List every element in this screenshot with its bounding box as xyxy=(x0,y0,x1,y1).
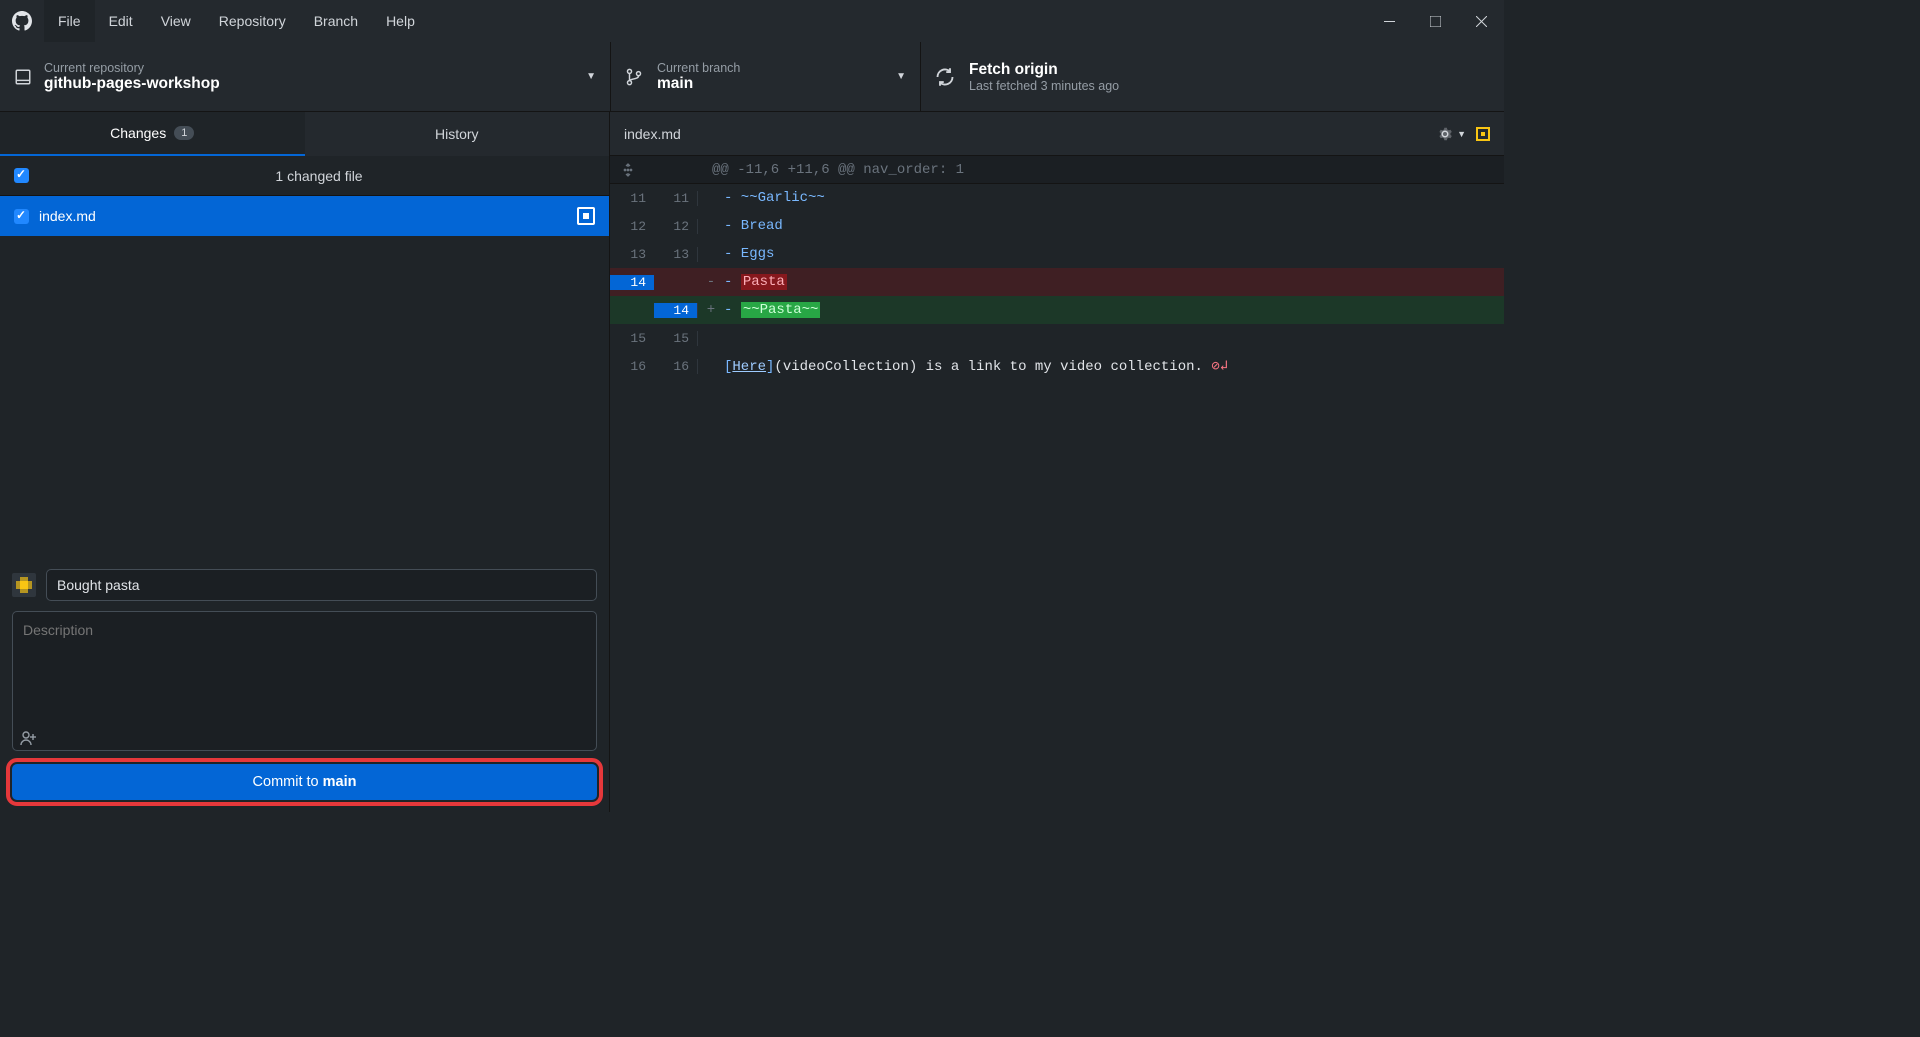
chevron-down-icon: ▼ xyxy=(896,71,906,82)
repo-label: Current repository xyxy=(44,61,220,75)
diff-body: @@ -11,6 +11,6 @@ nav_order: 1 1111- ~~G… xyxy=(610,156,1504,380)
repo-name: github-pages-workshop xyxy=(44,75,220,93)
diff-line: 1313- Eggs xyxy=(610,240,1504,268)
diff-panel: index.md ▼ @@ -11,6 +11,6 @@ nav_order: … xyxy=(610,112,1504,812)
add-coauthor-icon[interactable] xyxy=(20,730,38,746)
file-checkbox[interactable] xyxy=(14,209,29,224)
toolbar: Current repository github-pages-workshop… xyxy=(0,42,1504,112)
menu-repository[interactable]: Repository xyxy=(205,0,300,42)
window-controls xyxy=(1366,0,1504,42)
commit-button[interactable]: Commit to main xyxy=(12,764,597,800)
minimize-button[interactable] xyxy=(1366,0,1412,42)
commit-button-prefix: Commit to xyxy=(253,774,323,790)
branch-icon xyxy=(625,67,643,87)
fetch-origin-button[interactable]: Fetch origin Last fetched 3 minutes ago xyxy=(920,42,1504,111)
fetch-label: Fetch origin xyxy=(969,61,1119,79)
menu-view[interactable]: View xyxy=(147,0,205,42)
user-avatar xyxy=(12,573,36,597)
fetch-sub: Last fetched 3 minutes ago xyxy=(969,79,1119,93)
title-bar: File Edit View Repository Branch Help xyxy=(0,0,1504,42)
maximize-button[interactable] xyxy=(1412,0,1458,42)
diff-highlight-icon[interactable] xyxy=(1476,127,1490,141)
modified-icon xyxy=(577,207,595,225)
menu-file[interactable]: File xyxy=(44,0,95,42)
close-button[interactable] xyxy=(1458,0,1504,42)
changes-count-badge: 1 xyxy=(174,126,194,140)
diff-settings-button[interactable]: ▼ xyxy=(1437,126,1466,142)
menu-edit[interactable]: Edit xyxy=(95,0,147,42)
menu-help[interactable]: Help xyxy=(372,0,429,42)
current-branch-dropdown[interactable]: Current branch main ▼ xyxy=(610,42,920,111)
repo-icon xyxy=(14,67,32,87)
commit-button-branch: main xyxy=(323,774,357,790)
current-repository-dropdown[interactable]: Current repository github-pages-workshop… xyxy=(0,42,610,111)
menu-branch[interactable]: Branch xyxy=(300,0,372,42)
expand-icon[interactable] xyxy=(610,163,654,177)
diff-line: 1616[Here](videoCollection) is a link to… xyxy=(610,352,1504,380)
diff-line: 1111- ~~Garlic~~ xyxy=(610,184,1504,212)
diff-hunk-header: @@ -11,6 +11,6 @@ nav_order: 1 xyxy=(610,156,1504,184)
file-name: index.md xyxy=(39,208,96,224)
sync-icon xyxy=(935,67,955,87)
changed-file-row[interactable]: index.md xyxy=(0,196,609,236)
tab-changes[interactable]: Changes 1 xyxy=(0,112,305,156)
diff-line: 14+- ~~Pasta~~ xyxy=(610,296,1504,324)
changes-panel: Changes 1 History 1 changed file index.m… xyxy=(0,112,610,812)
files-header: 1 changed file xyxy=(0,156,609,196)
diff-line: 14-- Pasta xyxy=(610,268,1504,296)
diff-filename: index.md xyxy=(624,126,681,142)
commit-form: Commit to main xyxy=(0,559,609,812)
chevron-down-icon: ▼ xyxy=(586,71,596,82)
branch-label: Current branch xyxy=(657,61,740,75)
changed-files-count: 1 changed file xyxy=(43,168,595,184)
commit-summary-input[interactable] xyxy=(46,569,597,601)
github-logo-icon xyxy=(0,11,44,31)
commit-description-input[interactable] xyxy=(12,611,597,751)
diff-line: 1515 xyxy=(610,324,1504,352)
diff-line: 1212- Bread xyxy=(610,212,1504,240)
tab-changes-label: Changes xyxy=(110,125,166,141)
select-all-checkbox[interactable] xyxy=(14,168,29,183)
branch-name: main xyxy=(657,75,740,93)
tab-history[interactable]: History xyxy=(305,112,610,156)
hunk-text: @@ -11,6 +11,6 @@ nav_order: 1 xyxy=(698,162,964,178)
